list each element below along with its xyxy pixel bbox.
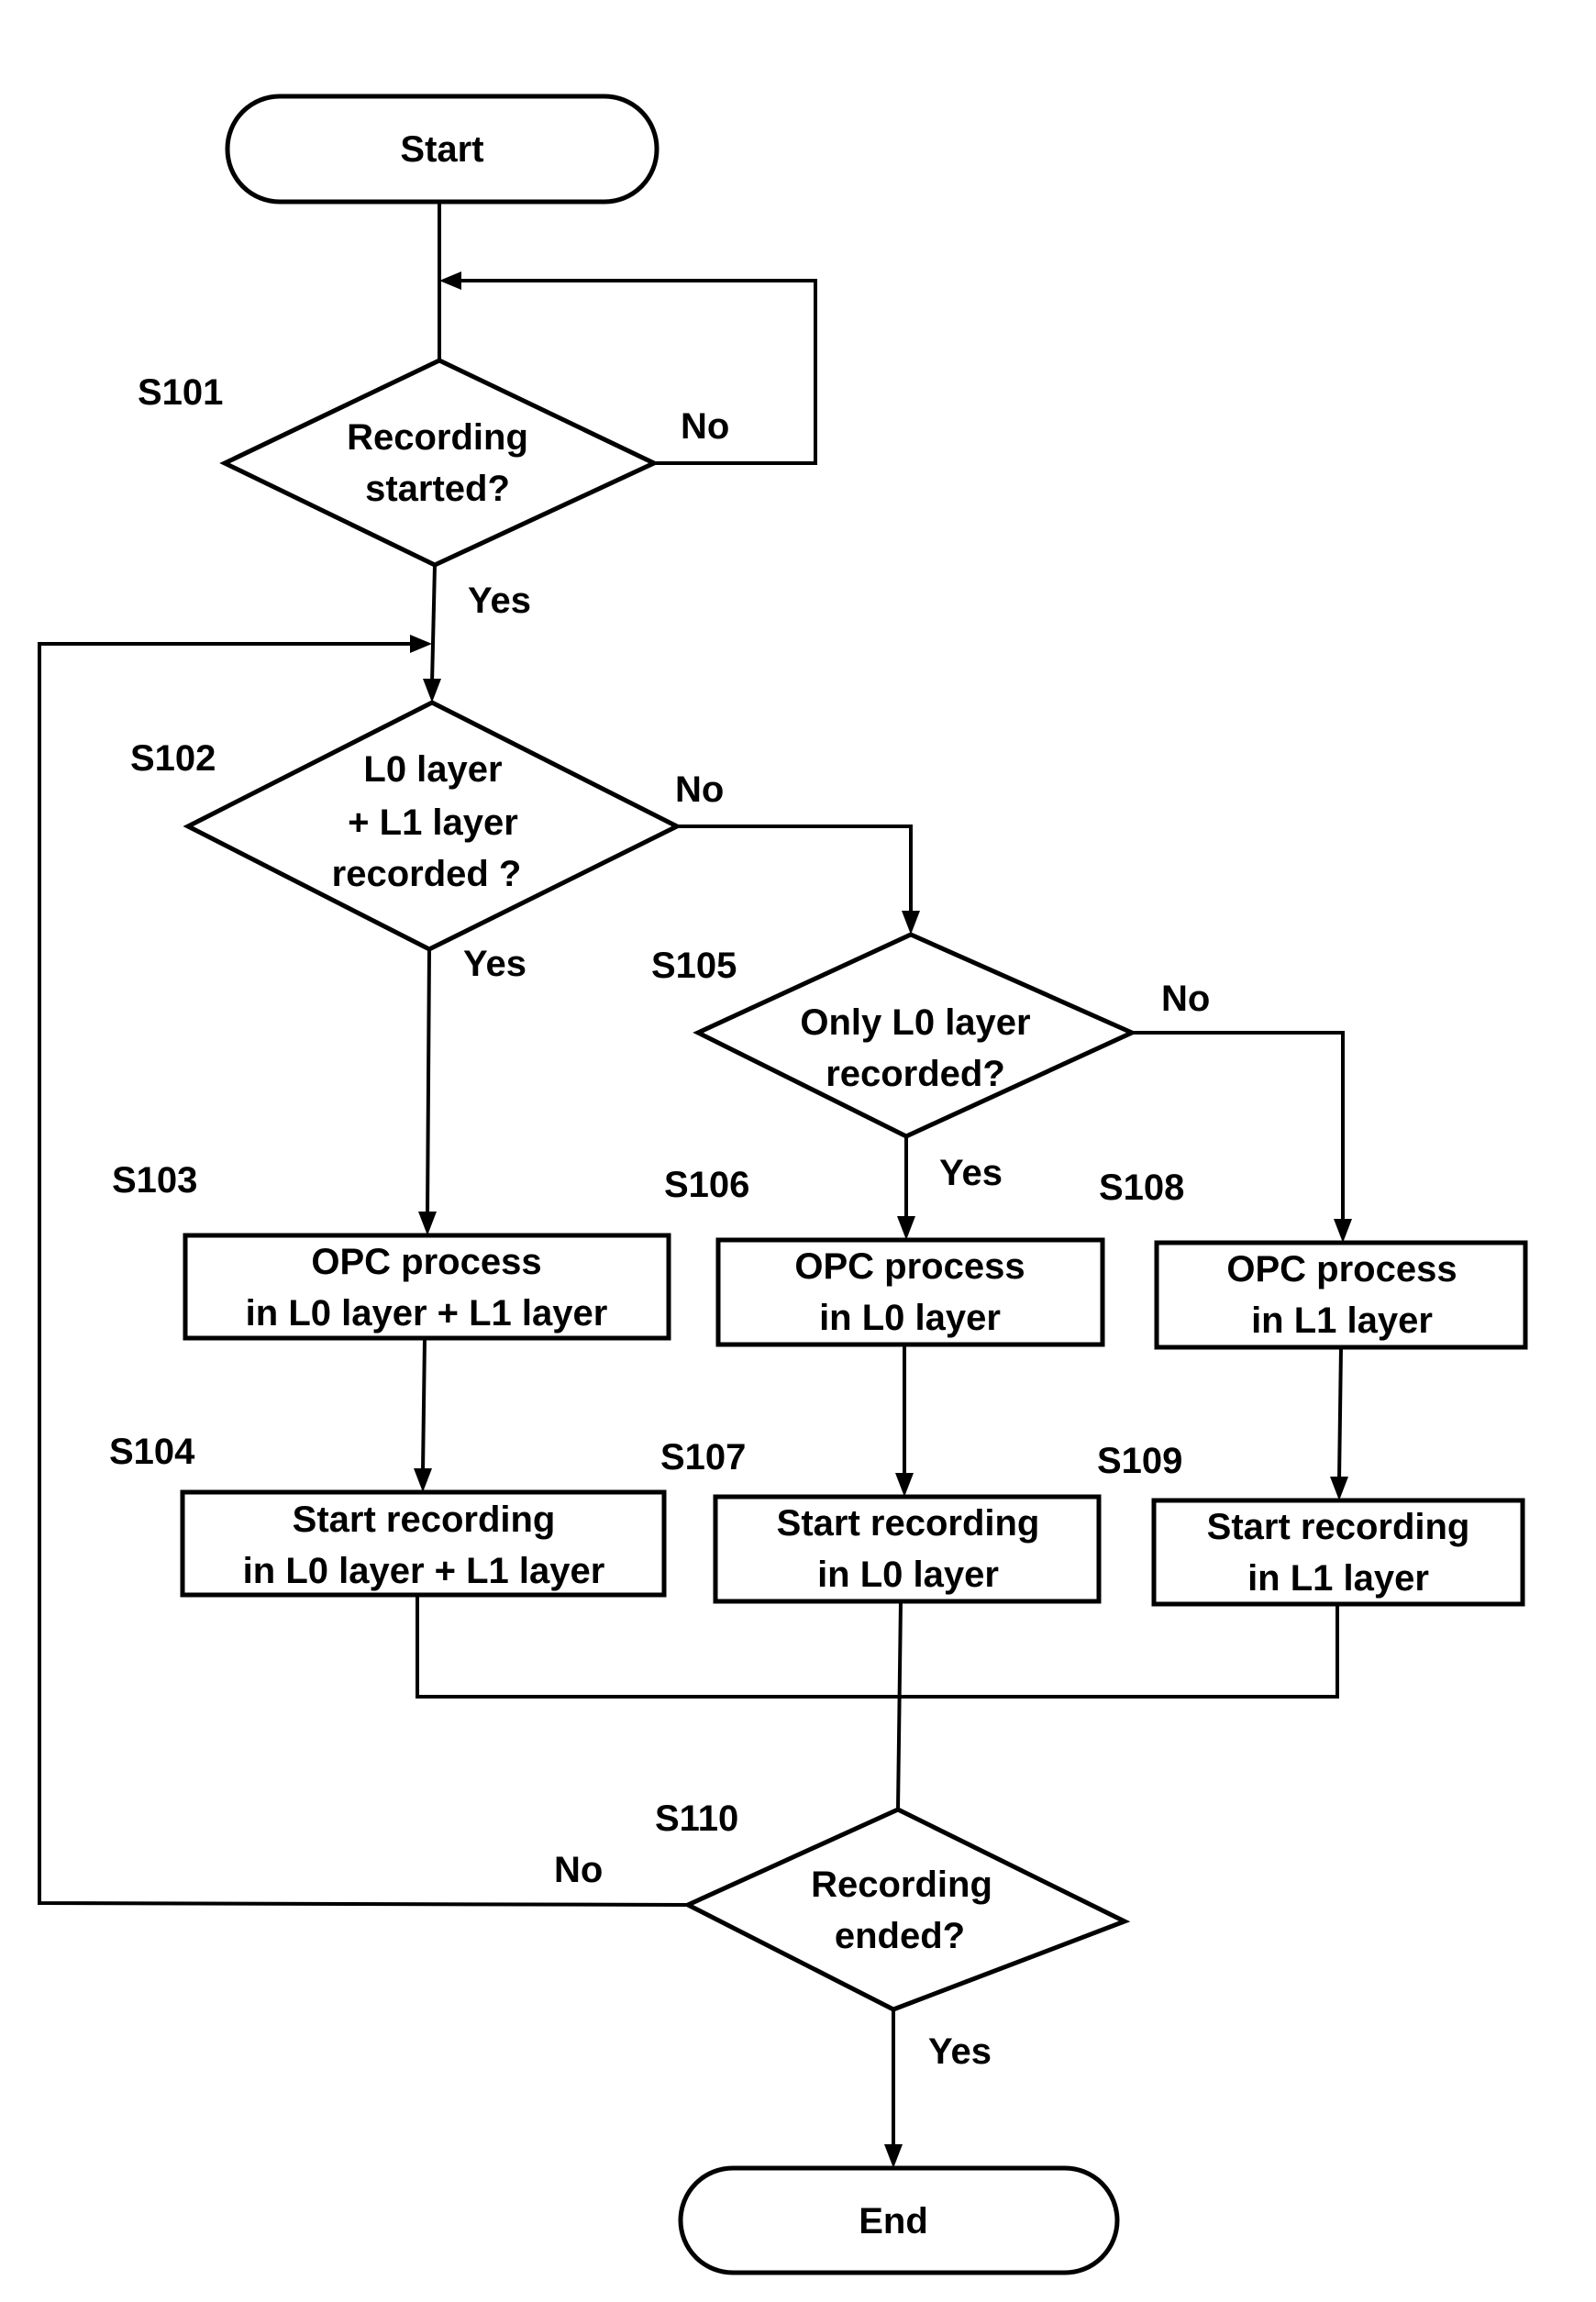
- s103-step-label: S103: [112, 1160, 197, 1201]
- s107-step-label: S107: [660, 1437, 746, 1477]
- start-label: Start: [400, 129, 483, 170]
- s101-line-1: Recording: [347, 417, 528, 458]
- arrowhead-s103-in: [418, 1212, 437, 1235]
- s104-step-label: S104: [109, 1432, 195, 1472]
- s107-line-1: Start recording: [777, 1503, 1040, 1544]
- s102-line-1: L0 layer: [363, 749, 502, 790]
- process-s106: OPC process in L0 layer S106: [664, 1165, 1105, 1347]
- arrowhead-s102-in: [423, 679, 441, 703]
- s110-line-2: ended?: [835, 1916, 965, 1956]
- arrowhead-s105-in: [902, 911, 920, 935]
- arrowhead-s101-loop: [439, 271, 461, 290]
- arrowhead-s108-in: [1334, 1219, 1352, 1243]
- s105-no-label: No: [1161, 979, 1210, 1019]
- process-s103: OPC process in L0 layer + L1 layer S103: [112, 1160, 671, 1341]
- start-terminal: Start: [225, 94, 659, 205]
- s102-line-3: recorded ?: [332, 854, 522, 894]
- s110-no-label: No: [554, 1850, 603, 1890]
- process-s108: OPC process in L1 layer S108: [1099, 1168, 1528, 1350]
- s110-line-1: Recording: [811, 1865, 992, 1905]
- arrowhead-s106-in: [897, 1216, 915, 1240]
- s109-line-2: in L1 layer: [1247, 1558, 1429, 1599]
- decision-s105: Only L0 layer recorded? S105 No Yes: [651, 932, 1210, 1193]
- s110-yes-label: Yes: [928, 2031, 992, 2072]
- s108-line-2: in L1 layer: [1251, 1300, 1433, 1341]
- arrowhead-end-in: [884, 2144, 903, 2168]
- arrowhead-s109-in: [1330, 1477, 1348, 1500]
- process-s109: Start recording in L1 layer S109: [1097, 1441, 1525, 1607]
- s101-line-2: started?: [365, 469, 510, 509]
- connector-s101-yes: [430, 564, 437, 684]
- connector-s102-no: [677, 825, 913, 917]
- s109-line-1: Start recording: [1207, 1507, 1470, 1547]
- s104-line-1: Start recording: [293, 1500, 556, 1540]
- s106-step-label: S106: [664, 1165, 749, 1205]
- s102-yes-label: Yes: [463, 944, 526, 984]
- connector-merge: [416, 1595, 1339, 1699]
- process-s107: Start recording in L0 layer S107: [660, 1437, 1102, 1604]
- s101-yes-label: Yes: [468, 581, 531, 621]
- s105-line-2: recorded?: [826, 1054, 1005, 1094]
- process-s104: Start recording in L0 layer + L1 layer S…: [109, 1432, 667, 1598]
- s101-step-label: S101: [138, 372, 223, 413]
- s110-diamond: [682, 1807, 1131, 2012]
- s105-step-label: S105: [651, 946, 737, 986]
- s102-no-label: No: [675, 769, 724, 810]
- s108-line-1: OPC process: [1226, 1249, 1457, 1289]
- flowchart: Start Recording started? S101 No Yes L0 …: [38, 94, 1528, 2275]
- connector-s108-s109: [1337, 1346, 1343, 1481]
- arrowhead-s110-loop: [410, 635, 432, 653]
- arrowhead-s104-in: [414, 1468, 432, 1492]
- s103-line-1: OPC process: [311, 1242, 541, 1282]
- s108-step-label: S108: [1099, 1168, 1184, 1208]
- s101-diamond: [219, 358, 659, 568]
- s106-line-1: OPC process: [794, 1246, 1025, 1287]
- arrowhead-s107-in: [895, 1473, 914, 1497]
- s105-line-1: Only L0 layer: [800, 1002, 1030, 1043]
- decision-s102: L0 layer + L1 layer recorded ? S102 No Y…: [130, 700, 724, 984]
- s105-yes-label: Yes: [939, 1153, 1003, 1193]
- end-terminal: End: [678, 2165, 1120, 2275]
- s101-no-label: No: [681, 406, 729, 447]
- connector-s107-s110: [896, 1600, 903, 1810]
- decision-s110: Recording ended? S110 No Yes: [554, 1798, 1131, 2072]
- end-label: End: [859, 2201, 928, 2241]
- s104-line-2: in L0 layer + L1 layer: [243, 1551, 605, 1591]
- s102-line-2: + L1 layer: [348, 802, 518, 843]
- s110-step-label: S110: [655, 1798, 738, 1839]
- s106-line-2: in L0 layer: [819, 1298, 1001, 1338]
- s103-line-2: in L0 layer + L1 layer: [246, 1293, 608, 1334]
- connector-s102-yes: [426, 948, 431, 1216]
- s102-step-label: S102: [130, 738, 216, 779]
- s107-line-2: in L0 layer: [817, 1555, 999, 1595]
- connector-s103-s104: [421, 1337, 427, 1473]
- s109-step-label: S109: [1097, 1441, 1182, 1481]
